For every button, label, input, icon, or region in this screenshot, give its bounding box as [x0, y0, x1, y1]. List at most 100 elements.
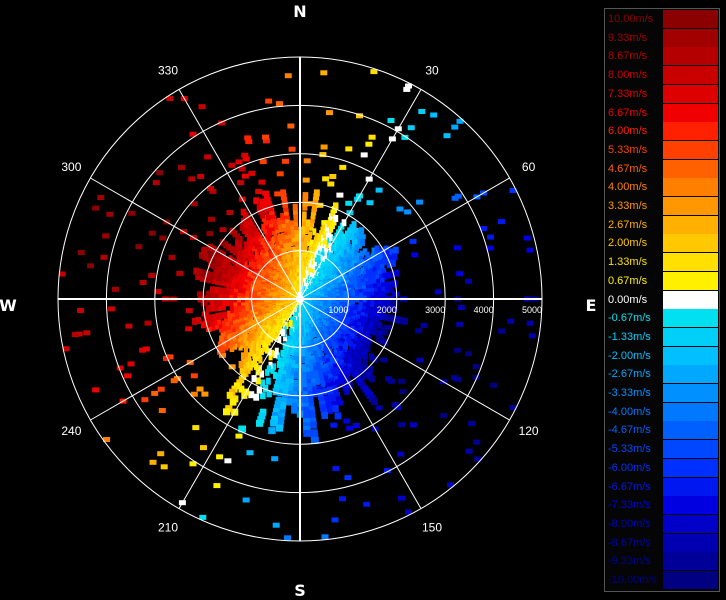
range-tick-label: 4000: [474, 305, 494, 315]
velocity-cell: [345, 146, 353, 152]
velocity-cell: [507, 318, 515, 324]
velocity-cell: [217, 287, 223, 295]
legend-entry: -3.33m/s: [605, 384, 721, 402]
legend-entry: -5.33m/s: [605, 440, 721, 459]
range-tick-label: 1000: [328, 305, 348, 315]
velocity-cell: [125, 323, 133, 329]
legend-label: 1.33m/s: [608, 256, 648, 269]
legend-entry: -9.33m/s: [605, 552, 721, 571]
range-tick-label: 3000: [425, 305, 445, 315]
velocity-cell: [111, 286, 119, 292]
velocity-cell: [465, 448, 473, 454]
velocity-cell: [235, 433, 243, 439]
legend-label: 0.00m/s: [608, 293, 648, 306]
legend-label: 6.00m/s: [608, 125, 648, 138]
velocity-cell: [77, 250, 85, 255]
bearing-label: 30: [425, 63, 439, 77]
velocity-cell: [268, 427, 276, 435]
legend-label: -1.33m/s: [608, 330, 651, 343]
velocity-cell: [270, 419, 278, 427]
legend-swatch: [663, 440, 718, 459]
velocity-cell: [280, 189, 287, 197]
legend-label: 8.67m/s: [608, 50, 648, 63]
velocity-cell: [322, 176, 330, 182]
velocity-cell: [176, 270, 184, 276]
velocity-cell: [528, 333, 536, 339]
velocity-cell: [334, 412, 342, 420]
legend-entry: 3.33m/s: [605, 197, 721, 215]
velocity-cell: [392, 246, 399, 254]
velocity-cell: [256, 419, 264, 427]
velocity-cell: [453, 347, 461, 353]
velocity-cell: [360, 152, 368, 158]
velocity-cell: [397, 451, 405, 457]
velocity-cell: [303, 429, 311, 437]
velocity-cell: [391, 253, 398, 261]
velocity-cell: [375, 405, 383, 411]
legend-label: 0.67m/s: [608, 274, 648, 287]
velocity-cell: [430, 112, 438, 118]
velocity-cell: [271, 456, 279, 462]
legend-entry: 7.33m/s: [605, 84, 721, 103]
color-legend: 10.00m/s 9.33m/s 8.67m/s 8.00m/s 7.33m/s 6.67…: [604, 8, 720, 592]
velocity-cell: [216, 454, 224, 460]
velocity-cell: [160, 464, 168, 470]
velocity-cell: [456, 271, 464, 277]
velocity-cell: [151, 390, 159, 396]
velocity-cell: [198, 104, 206, 110]
velocity-cell: [258, 179, 266, 185]
velocity-cell: [291, 406, 298, 414]
velocity-cell: [200, 445, 207, 451]
velocity-cell: [398, 378, 406, 384]
velocity-cell: [139, 280, 147, 285]
velocity-cell: [288, 146, 296, 152]
legend-swatch: [663, 552, 718, 571]
legend-label: -2.00m/s: [608, 349, 651, 362]
velocity-cell: [387, 378, 395, 384]
bearing-spoke: [90, 298, 301, 421]
velocity-cell: [366, 299, 371, 307]
velocity-cell: [201, 311, 209, 317]
velocity-cell: [456, 321, 464, 327]
legend-swatch: [663, 178, 718, 197]
velocity-cell: [332, 405, 339, 413]
velocity-cell: [416, 199, 424, 205]
velocity-cell: [398, 495, 405, 501]
legend-swatch: [663, 365, 718, 384]
bearing-label: 300: [61, 160, 81, 174]
velocity-cell: [339, 496, 346, 502]
legend-swatch: [663, 421, 718, 440]
velocity-cell: [221, 287, 226, 295]
velocity-cell: [276, 360, 281, 368]
velocity-cell: [457, 305, 465, 310]
velocity-cell: [289, 328, 294, 336]
velocity-cell: [188, 176, 196, 182]
velocity-cell: [409, 238, 417, 244]
velocity-cell: [238, 361, 244, 368]
velocity-cell: [92, 387, 100, 393]
legend-label: -10.00m/s: [608, 574, 657, 586]
velocity-cell: [351, 221, 357, 229]
velocity-cell: [100, 254, 108, 260]
velocity-cell: [336, 400, 344, 406]
velocity-cell: [191, 317, 198, 325]
velocity-cell: [205, 290, 211, 298]
velocity-cell: [409, 422, 417, 428]
velocity-cell: [365, 141, 373, 147]
velocity-cell: [71, 332, 79, 338]
velocity-cell: [358, 234, 366, 240]
legend-entry: 8.00m/s: [605, 66, 721, 85]
polar-grid: [57, 56, 543, 542]
legend-swatch: [663, 28, 718, 47]
velocity-cell: [246, 450, 254, 456]
legend-entry: 2.67m/s: [605, 215, 721, 234]
legend-swatch: [663, 309, 718, 328]
velocity-cell: [193, 267, 200, 275]
velocity-cell: [244, 135, 252, 141]
velocity-cell: [210, 286, 215, 294]
legend-label: 9.33m/s: [608, 31, 648, 44]
velocity-cell: [208, 216, 215, 222]
velocity-cell: [490, 382, 498, 388]
velocity-cell: [352, 423, 360, 428]
velocity-cell: [280, 349, 285, 357]
